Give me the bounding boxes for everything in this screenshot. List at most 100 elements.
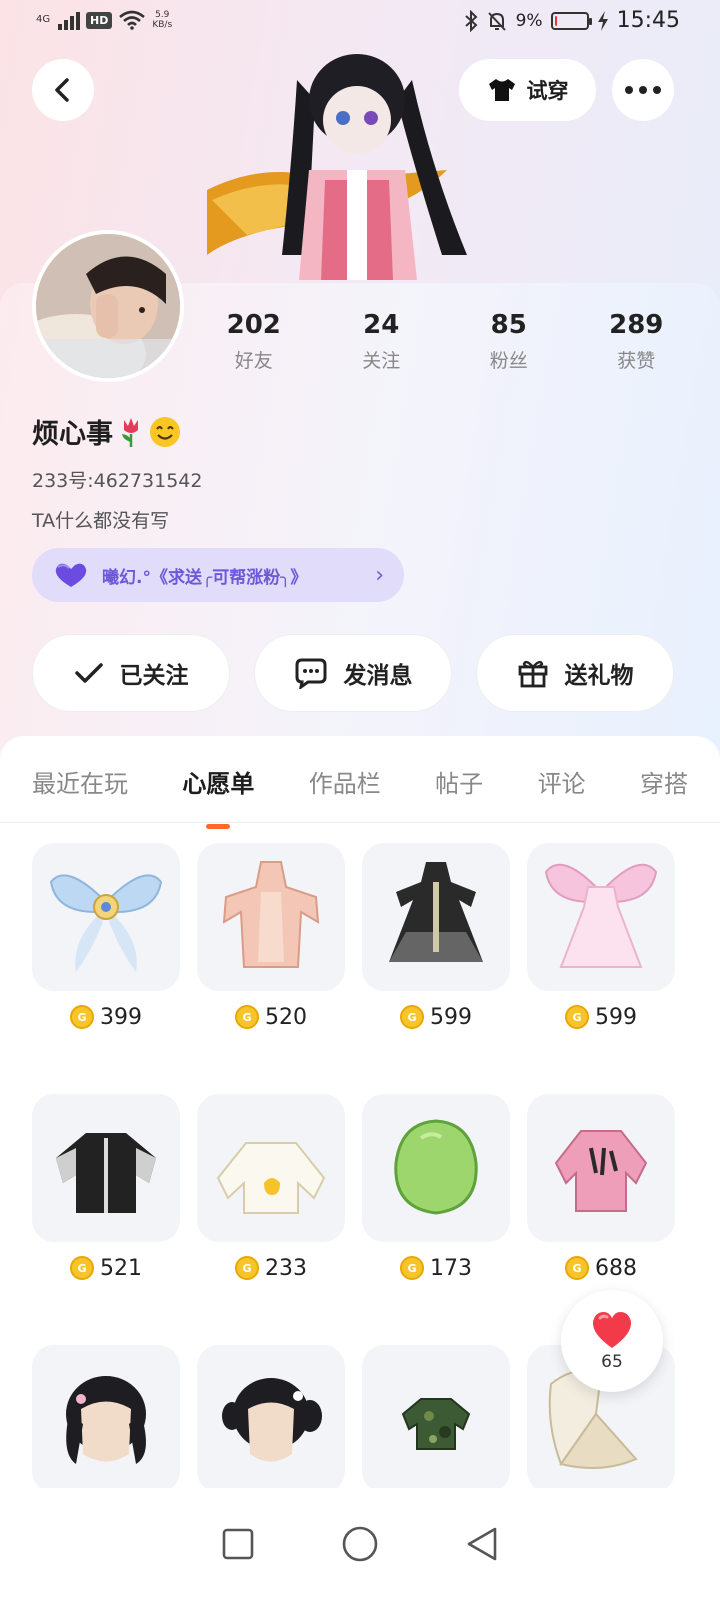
nickname-text: 烦心事 bbox=[32, 419, 113, 450]
followed-button[interactable]: 已关注 bbox=[32, 634, 230, 712]
status-right: 9% 15:45 bbox=[464, 8, 680, 33]
back-button[interactable] bbox=[32, 59, 94, 121]
status-left: 4G HD 5.9 KB/s bbox=[36, 10, 172, 30]
tab-label: 帖子 bbox=[435, 770, 484, 798]
network-speed: 5.9 KB/s bbox=[152, 10, 172, 30]
chat-bubble-icon bbox=[295, 658, 326, 689]
stat-value: 202 bbox=[226, 310, 281, 340]
butterfly-wings-icon bbox=[49, 874, 163, 972]
coin-icon: G bbox=[235, 1256, 259, 1280]
stat-label: 关注 bbox=[362, 350, 401, 372]
wishlist-item[interactable]: G 599 bbox=[527, 843, 675, 1031]
try-on-label: 试穿 bbox=[526, 79, 569, 103]
pink-dress-icon bbox=[222, 861, 320, 968]
home-circle-icon[interactable] bbox=[341, 1525, 379, 1563]
price-value: 173 bbox=[430, 1255, 472, 1281]
tab-label: 评论 bbox=[537, 770, 586, 798]
stat-label: 获赞 bbox=[617, 350, 656, 372]
clock: 15:45 bbox=[616, 8, 680, 33]
charging-icon bbox=[597, 10, 608, 31]
action-buttons: 已关注 发消息 送礼物 bbox=[32, 634, 674, 712]
heart-icon bbox=[592, 1312, 632, 1348]
stat-likes[interactable]: 289 获赞 bbox=[573, 310, 701, 373]
stat-value: 289 bbox=[609, 310, 664, 340]
like-button[interactable]: 65 bbox=[561, 1290, 663, 1392]
price-value: 688 bbox=[595, 1255, 637, 1281]
wishlist-item[interactable]: G 233 bbox=[197, 1094, 345, 1282]
stat-fans[interactable]: 85 粉丝 bbox=[445, 310, 573, 373]
wifi-icon bbox=[119, 10, 146, 30]
stat-label: 好友 bbox=[234, 350, 273, 372]
battery-percent: 9% bbox=[515, 10, 543, 31]
heart-badge-icon bbox=[55, 563, 87, 587]
tab-wishlist[interactable]: 心愿单 bbox=[182, 764, 254, 829]
price-value: 233 bbox=[265, 1255, 307, 1281]
message-button[interactable]: 发消息 bbox=[254, 634, 452, 712]
stat-friends[interactable]: 202 好友 bbox=[190, 310, 318, 373]
message-label: 发消息 bbox=[343, 663, 413, 689]
back-triangle-icon[interactable] bbox=[465, 1526, 499, 1562]
recent-apps-icon[interactable] bbox=[221, 1527, 255, 1561]
item-price: G 688 bbox=[527, 1254, 675, 1282]
battery-icon bbox=[550, 11, 592, 30]
avatar[interactable] bbox=[32, 230, 184, 382]
system-nav-bar bbox=[0, 1488, 720, 1600]
coin-icon: G bbox=[235, 1005, 259, 1029]
black-hair-icon bbox=[222, 1378, 322, 1462]
item-thumbnail bbox=[527, 843, 675, 991]
item-price: G 173 bbox=[362, 1254, 510, 1282]
item-price: G 599 bbox=[527, 1003, 675, 1031]
smile-emoji-icon bbox=[150, 416, 180, 447]
wishlist-item[interactable]: G 520 bbox=[197, 843, 345, 1031]
item-thumbnail bbox=[32, 1345, 180, 1493]
tab-comments[interactable]: 评论 bbox=[538, 764, 586, 799]
fairy-dress-icon bbox=[544, 863, 658, 968]
try-on-button[interactable]: 试穿 bbox=[459, 59, 596, 121]
black-gown-icon bbox=[389, 862, 483, 962]
price-value: 599 bbox=[430, 1004, 472, 1030]
item-thumbnail bbox=[197, 843, 345, 991]
like-count: 65 bbox=[601, 1352, 623, 1372]
tab-recently-played[interactable]: 最近在玩 bbox=[32, 764, 128, 799]
tab-posts[interactable]: 帖子 bbox=[435, 764, 483, 799]
stat-value: 24 bbox=[363, 310, 400, 340]
more-button[interactable] bbox=[612, 59, 674, 121]
wishlist-item[interactable]: G 599 bbox=[362, 843, 510, 1031]
nickname: 烦心事 bbox=[32, 412, 181, 451]
content-panel: 最近在玩 心愿单 作品栏 帖子 评论 穿搭 G 399 G 520 G 599 … bbox=[0, 736, 720, 1600]
bio: TA什么都没有写 bbox=[32, 510, 170, 532]
mute-bell-icon bbox=[487, 11, 506, 31]
stat-label: 粉丝 bbox=[489, 350, 528, 372]
green-blob-icon bbox=[394, 1119, 478, 1215]
wishlist-item[interactable]: G 173 bbox=[362, 1094, 510, 1282]
white-jacket-icon bbox=[216, 1142, 326, 1214]
coin-icon: G bbox=[400, 1005, 424, 1029]
gift-button[interactable]: 送礼物 bbox=[476, 634, 674, 712]
speed-unit: KB/s bbox=[152, 20, 173, 30]
stat-following[interactable]: 24 关注 bbox=[318, 310, 446, 373]
stat-value: 85 bbox=[490, 310, 527, 340]
wishlist-item[interactable]: G 399 bbox=[32, 843, 180, 1031]
item-price: G 599 bbox=[362, 1003, 510, 1031]
tab-works[interactable]: 作品栏 bbox=[309, 764, 381, 799]
item-thumbnail bbox=[362, 843, 510, 991]
tshirt-icon bbox=[488, 79, 515, 101]
price-value: 599 bbox=[595, 1004, 637, 1030]
item-price: G 520 bbox=[197, 1003, 345, 1031]
fan-group-button[interactable]: 曦幻.°《求送╭可帮涨粉╮》 › bbox=[32, 548, 404, 602]
avatar-photo bbox=[36, 234, 180, 378]
item-thumbnail bbox=[32, 1094, 180, 1242]
gift-icon bbox=[518, 660, 547, 688]
coin-icon: G bbox=[565, 1005, 589, 1029]
wishlist-item[interactable]: G 521 bbox=[32, 1094, 180, 1282]
coin-icon: G bbox=[70, 1005, 94, 1029]
tab-outfits[interactable]: 穿搭 bbox=[640, 764, 688, 799]
tab-label: 作品栏 bbox=[308, 770, 381, 798]
item-thumbnail bbox=[527, 1094, 675, 1242]
wishlist-item[interactable]: G 688 bbox=[527, 1094, 675, 1282]
item-price: G 521 bbox=[32, 1254, 180, 1282]
speed-value: 5.9 bbox=[155, 10, 170, 20]
check-icon bbox=[74, 663, 103, 683]
tab-bar: 最近在玩 心愿单 作品栏 帖子 评论 穿搭 bbox=[32, 764, 688, 829]
item-thumbnail bbox=[362, 1345, 510, 1493]
